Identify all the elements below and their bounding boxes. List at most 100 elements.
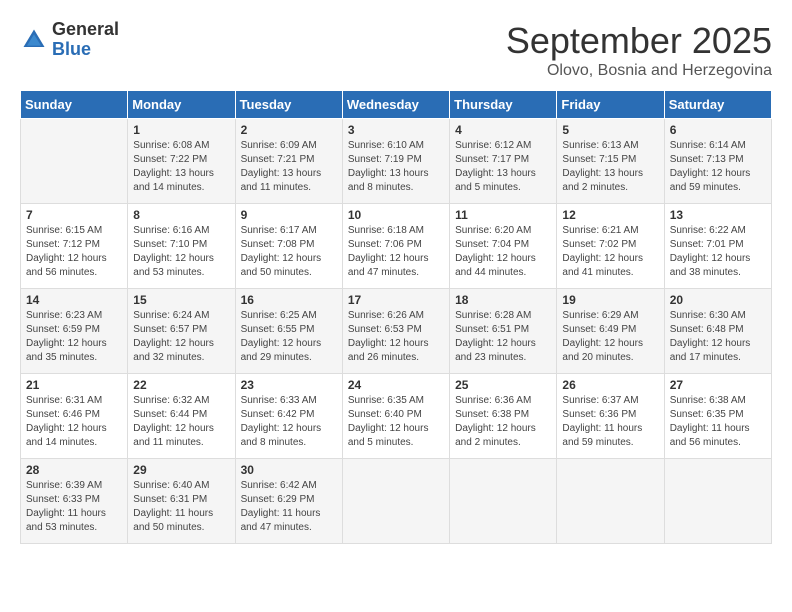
- cell-info: Sunrise: 6:36 AMSunset: 6:38 PMDaylight:…: [455, 394, 551, 450]
- cell-info: Sunrise: 6:32 AMSunset: 6:44 PMDaylight:…: [133, 394, 229, 450]
- calendar-week-row: 28Sunrise: 6:39 AMSunset: 6:33 PMDayligh…: [21, 459, 772, 544]
- day-number: 25: [455, 378, 551, 392]
- col-friday: Friday: [557, 91, 664, 119]
- calendar-cell: [342, 459, 449, 544]
- day-number: 9: [241, 208, 337, 222]
- calendar-cell: 11 Sunrise: 6:20 AMSunset: 7:04 PMDayligh…: [450, 204, 557, 289]
- day-number: 15: [133, 293, 229, 307]
- cell-info: Sunrise: 6:22 AMSunset: 7:01 PMDaylight:…: [670, 224, 766, 280]
- day-number: 7: [26, 208, 122, 222]
- cell-info: Sunrise: 6:08 AMSunset: 7:22 PMDaylight:…: [133, 139, 229, 195]
- calendar-cell: 10 Sunrise: 6:18 AMSunset: 7:06 PMDayligh…: [342, 204, 449, 289]
- day-number: 16: [241, 293, 337, 307]
- cell-info: Sunrise: 6:37 AMSunset: 6:36 PMDaylight:…: [562, 394, 658, 450]
- cell-info: Sunrise: 6:35 AMSunset: 6:40 PMDaylight:…: [348, 394, 444, 450]
- calendar-cell: 30 Sunrise: 6:42 AMSunset: 6:29 PMDayligh…: [235, 459, 342, 544]
- logo-icon: [20, 26, 48, 54]
- logo: General Blue: [20, 20, 119, 60]
- day-number: 26: [562, 378, 658, 392]
- calendar-cell: 20Sunrise: 6:30 AMSunset: 6:48 PMDayligh…: [664, 289, 771, 374]
- col-wednesday: Wednesday: [342, 91, 449, 119]
- calendar-cell: 26 Sunrise: 6:37 AMSunset: 6:36 PMDayligh…: [557, 374, 664, 459]
- day-number: 20: [670, 293, 766, 307]
- calendar-week-row: 1Sunrise: 6:08 AMSunset: 7:22 PMDaylight…: [21, 119, 772, 204]
- cell-info: Sunrise: 6:25 AMSunset: 6:55 PMDaylight:…: [241, 309, 337, 365]
- calendar-cell: 1Sunrise: 6:08 AMSunset: 7:22 PMDaylight…: [128, 119, 235, 204]
- day-number: 21: [26, 378, 122, 392]
- cell-info: Sunrise: 6:24 AMSunset: 6:57 PMDaylight:…: [133, 309, 229, 365]
- cell-info: Sunrise: 6:16 AMSunset: 7:10 PMDaylight:…: [133, 224, 229, 280]
- cell-info: Sunrise: 6:40 AMSunset: 6:31 PMDaylight:…: [133, 479, 229, 535]
- calendar-cell: 22 Sunrise: 6:32 AMSunset: 6:44 PMDayligh…: [128, 374, 235, 459]
- cell-info: Sunrise: 6:31 AMSunset: 6:46 PMDaylight:…: [26, 394, 122, 450]
- day-number: 5: [562, 123, 658, 137]
- calendar-week-row: 14Sunrise: 6:23 AMSunset: 6:59 PMDayligh…: [21, 289, 772, 374]
- day-number: 10: [348, 208, 444, 222]
- day-number: 14: [26, 293, 122, 307]
- cell-info: Sunrise: 6:38 AMSunset: 6:35 PMDaylight:…: [670, 394, 766, 450]
- cell-info: Sunrise: 6:14 AMSunset: 7:13 PMDaylight:…: [670, 139, 766, 195]
- cell-info: Sunrise: 6:10 AMSunset: 7:19 PMDaylight:…: [348, 139, 444, 195]
- calendar-cell: 17 Sunrise: 6:26 AMSunset: 6:53 PMDayligh…: [342, 289, 449, 374]
- day-number: 24: [348, 378, 444, 392]
- day-number: 18: [455, 293, 551, 307]
- calendar-cell: 13 Sunrise: 6:22 AMSunset: 7:01 PMDayligh…: [664, 204, 771, 289]
- calendar-cell: 18 Sunrise: 6:28 AMSunset: 6:51 PMDayligh…: [450, 289, 557, 374]
- cell-info: Sunrise: 6:15 AMSunset: 7:12 PMDaylight:…: [26, 224, 122, 280]
- calendar-cell: 27 Sunrise: 6:38 AMSunset: 6:35 PMDayligh…: [664, 374, 771, 459]
- calendar-cell: [450, 459, 557, 544]
- calendar-cell: 2 Sunrise: 6:09 AMSunset: 7:21 PMDaylight…: [235, 119, 342, 204]
- day-number: 19: [562, 293, 658, 307]
- page-header: General Blue September 2025 Olovo, Bosni…: [20, 20, 772, 80]
- day-number: 13: [670, 208, 766, 222]
- cell-info: Sunrise: 6:09 AMSunset: 7:21 PMDaylight:…: [241, 139, 337, 195]
- day-number: 23: [241, 378, 337, 392]
- day-number: 28: [26, 463, 122, 477]
- day-number: 30: [241, 463, 337, 477]
- calendar-cell: 25 Sunrise: 6:36 AMSunset: 6:38 PMDayligh…: [450, 374, 557, 459]
- calendar-week-row: 7 Sunrise: 6:15 AMSunset: 7:12 PMDaylight…: [21, 204, 772, 289]
- cell-info: Sunrise: 6:42 AMSunset: 6:29 PMDaylight:…: [241, 479, 337, 535]
- cell-info: Sunrise: 6:33 AMSunset: 6:42 PMDaylight:…: [241, 394, 337, 450]
- cell-info: Sunrise: 6:26 AMSunset: 6:53 PMDaylight:…: [348, 309, 444, 365]
- cell-info: Sunrise: 6:17 AMSunset: 7:08 PMDaylight:…: [241, 224, 337, 280]
- day-number: 11: [455, 208, 551, 222]
- calendar-cell: 16 Sunrise: 6:25 AMSunset: 6:55 PMDayligh…: [235, 289, 342, 374]
- day-number: 4: [455, 123, 551, 137]
- cell-info: Sunrise: 6:13 AMSunset: 7:15 PMDaylight:…: [562, 139, 658, 195]
- calendar-cell: [21, 119, 128, 204]
- calendar-cell: 19 Sunrise: 6:29 AMSunset: 6:49 PMDayligh…: [557, 289, 664, 374]
- day-number: 22: [133, 378, 229, 392]
- cell-info: Sunrise: 6:18 AMSunset: 7:06 PMDaylight:…: [348, 224, 444, 280]
- calendar-cell: 28Sunrise: 6:39 AMSunset: 6:33 PMDayligh…: [21, 459, 128, 544]
- calendar-cell: 4 Sunrise: 6:12 AMSunset: 7:17 PMDaylight…: [450, 119, 557, 204]
- col-tuesday: Tuesday: [235, 91, 342, 119]
- calendar-cell: 5 Sunrise: 6:13 AMSunset: 7:15 PMDaylight…: [557, 119, 664, 204]
- col-monday: Monday: [128, 91, 235, 119]
- col-thursday: Thursday: [450, 91, 557, 119]
- day-number: 12: [562, 208, 658, 222]
- calendar-cell: 9 Sunrise: 6:17 AMSunset: 7:08 PMDaylight…: [235, 204, 342, 289]
- cell-info: Sunrise: 6:20 AMSunset: 7:04 PMDaylight:…: [455, 224, 551, 280]
- calendar-cell: 3Sunrise: 6:10 AMSunset: 7:19 PMDaylight…: [342, 119, 449, 204]
- col-saturday: Saturday: [664, 91, 771, 119]
- month-title: September 2025: [506, 20, 772, 62]
- day-number: 2: [241, 123, 337, 137]
- cell-info: Sunrise: 6:21 AMSunset: 7:02 PMDaylight:…: [562, 224, 658, 280]
- logo-general: General: [52, 20, 119, 40]
- day-number: 17: [348, 293, 444, 307]
- calendar-cell: 6Sunrise: 6:14 AMSunset: 7:13 PMDaylight…: [664, 119, 771, 204]
- title-block: September 2025 Olovo, Bosnia and Herzego…: [506, 20, 772, 80]
- calendar-table: Sunday Monday Tuesday Wednesday Thursday…: [20, 90, 772, 544]
- cell-info: Sunrise: 6:29 AMSunset: 6:49 PMDaylight:…: [562, 309, 658, 365]
- calendar-cell: 7 Sunrise: 6:15 AMSunset: 7:12 PMDaylight…: [21, 204, 128, 289]
- cell-info: Sunrise: 6:28 AMSunset: 6:51 PMDaylight:…: [455, 309, 551, 365]
- cell-info: Sunrise: 6:12 AMSunset: 7:17 PMDaylight:…: [455, 139, 551, 195]
- calendar-cell: 21 Sunrise: 6:31 AMSunset: 6:46 PMDayligh…: [21, 374, 128, 459]
- calendar-cell: 8 Sunrise: 6:16 AMSunset: 7:10 PMDaylight…: [128, 204, 235, 289]
- calendar-cell: 29Sunrise: 6:40 AMSunset: 6:31 PMDayligh…: [128, 459, 235, 544]
- calendar-cell: [664, 459, 771, 544]
- day-number: 27: [670, 378, 766, 392]
- day-number: 8: [133, 208, 229, 222]
- calendar-header-row: Sunday Monday Tuesday Wednesday Thursday…: [21, 91, 772, 119]
